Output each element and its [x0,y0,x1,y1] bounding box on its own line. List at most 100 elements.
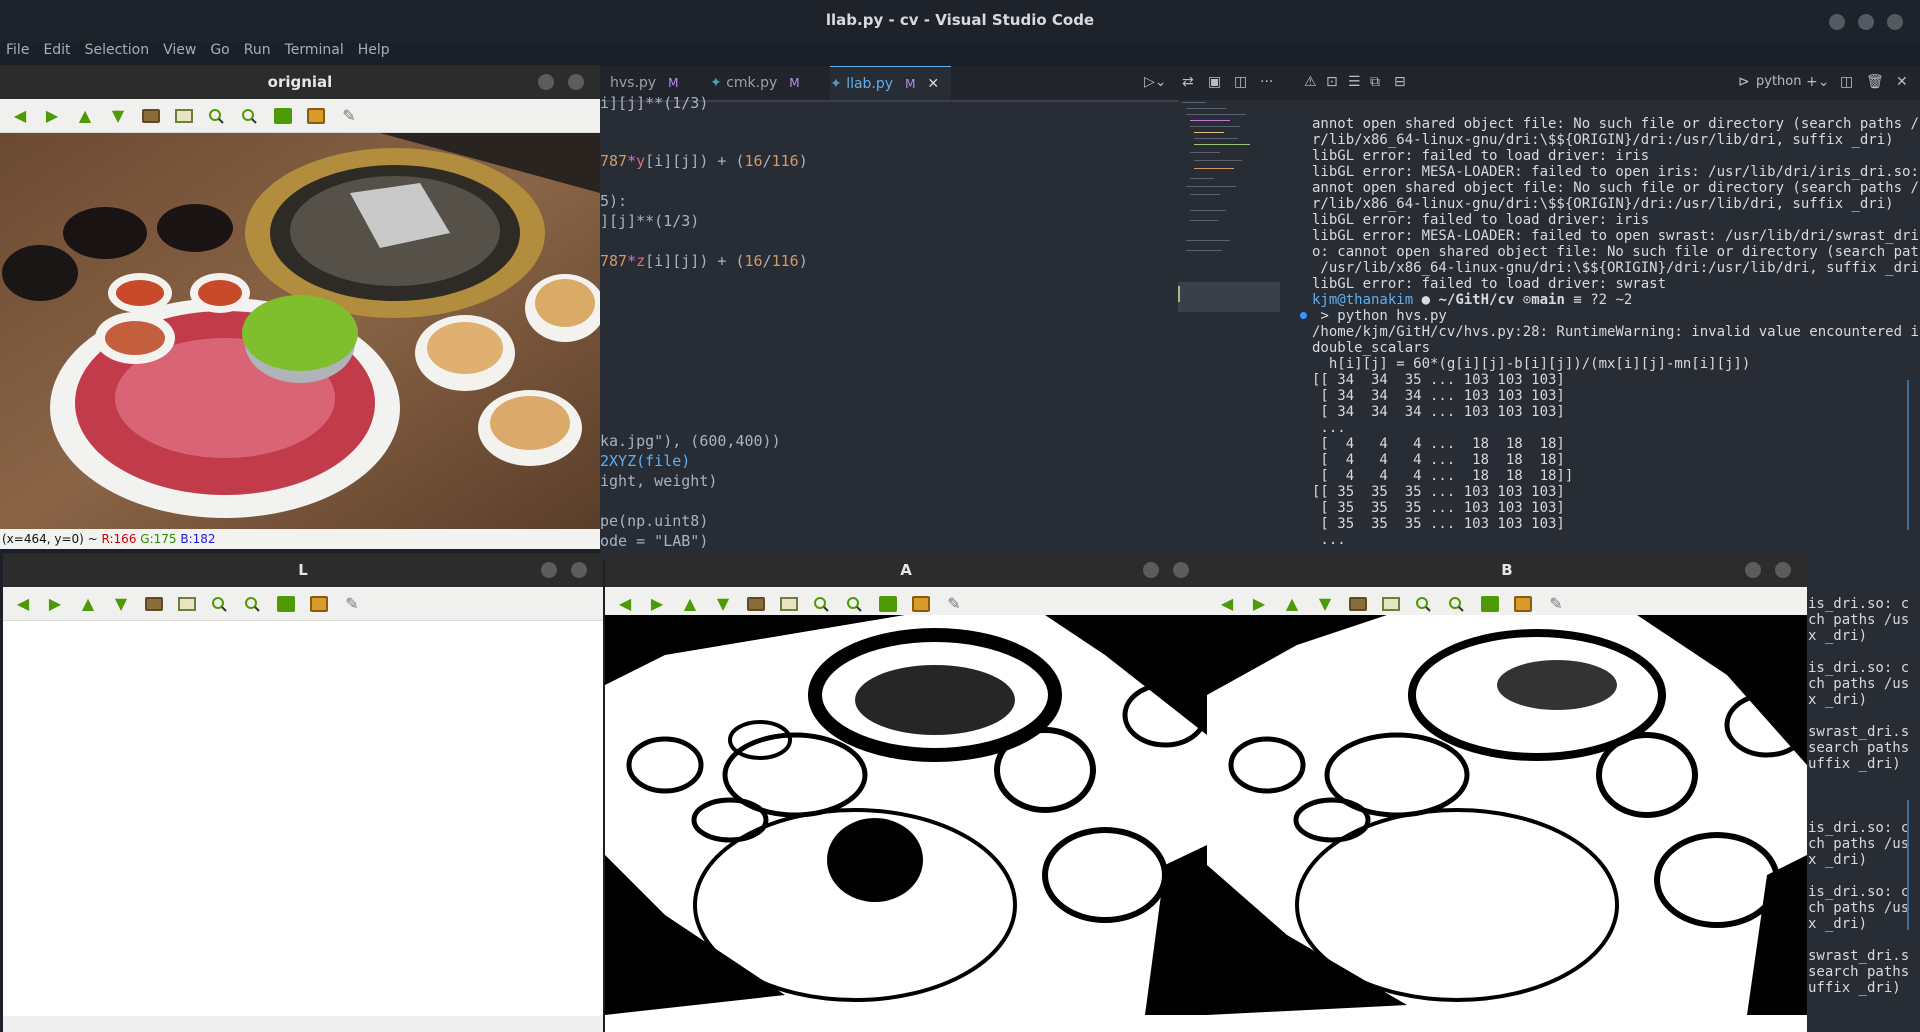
image-icon[interactable] [747,597,765,611]
arrow-up-icon[interactable]: ▲ [1283,596,1301,612]
close-button[interactable] [568,74,584,90]
l-channel-image[interactable] [3,621,603,1016]
clipboard-icon[interactable] [307,108,325,124]
split-terminal-icon[interactable]: ◫ [1840,74,1853,90]
save-icon[interactable] [274,108,292,124]
zoom-out-icon[interactable] [241,108,257,124]
terminal-fragment: x _dri) [1808,852,1868,868]
clipboard-icon[interactable] [912,596,930,612]
image-icon[interactable] [142,109,160,123]
zoom-in-icon[interactable] [211,596,227,612]
original-image[interactable] [0,133,600,529]
minimap[interactable] [1178,100,1280,560]
split-editor-icon[interactable]: ◫ [1234,74,1247,90]
arrow-left-icon[interactable]: ◀ [14,596,32,612]
window-bottom [3,1016,603,1032]
zoom-out-icon[interactable] [1448,596,1464,612]
window-original: orignial ◀ ▶ ▲ ▼ ✎ (x=464, y=0) ~ R:166 … [0,65,600,549]
close-button[interactable] [571,562,587,578]
arrow-left-icon[interactable]: ◀ [11,108,29,124]
arrow-down-icon[interactable]: ▼ [714,596,732,612]
code-editor[interactable]: i][j]**(1/3) 787*y[i][j]) + (16/116) 5):… [600,94,1178,560]
save-icon[interactable] [879,596,897,612]
close-button[interactable] [1173,562,1189,578]
menu-help[interactable]: Help [358,42,390,62]
brush-icon[interactable]: ✎ [945,596,963,612]
command-decoration-icon[interactable] [1300,312,1307,319]
menu-view[interactable]: View [163,42,196,62]
select-icon[interactable] [175,109,193,123]
arrow-right-icon[interactable]: ▶ [46,596,64,612]
minimap-slider[interactable] [1178,282,1280,312]
arrow-right-icon[interactable]: ▶ [648,596,666,612]
trash-icon[interactable]: 🗑 [1866,74,1884,90]
select-icon[interactable] [178,597,196,611]
git-compare-icon[interactable]: ⇄ [1182,74,1194,90]
close-icon[interactable]: ✕ [927,76,939,92]
terminal-name[interactable]: python [1756,74,1801,89]
select-icon[interactable] [1382,597,1400,611]
tab-llab[interactable]: ✦ llab.py M ✕ [830,66,952,100]
arrow-up-icon[interactable]: ▲ [681,596,699,612]
menu-file[interactable]: File [6,42,29,62]
preview-icon[interactable]: ▣ [1208,74,1221,90]
more-actions-icon[interactable]: ··· [1260,74,1273,90]
zoom-in-icon[interactable] [1415,596,1431,612]
debug-console-icon[interactable]: ⧉ [1370,74,1380,90]
select-icon[interactable] [780,597,798,611]
arrow-up-icon[interactable]: ▲ [79,596,97,612]
arrow-left-icon[interactable]: ◀ [1218,596,1236,612]
a-channel-image[interactable] [605,615,1207,1015]
save-icon[interactable] [1481,596,1499,612]
terminal-icon[interactable]: ⊡ [1326,74,1338,90]
arrow-right-icon[interactable]: ▶ [1250,596,1268,612]
clipboard-icon[interactable] [1514,596,1532,612]
image-icon[interactable] [1349,597,1367,611]
code-line: 2XYZ(file) [600,452,691,470]
brush-icon[interactable]: ✎ [340,108,358,124]
menu-edit[interactable]: Edit [43,42,70,62]
run-icon[interactable]: ▷⌄ [1144,74,1167,90]
brush-icon[interactable]: ✎ [343,596,361,612]
code-line: ][j]**(1/3) [600,212,700,230]
output-icon[interactable]: ☰ [1348,74,1361,90]
menu-terminal[interactable]: Terminal [285,42,344,62]
minimize-button[interactable] [1829,14,1845,30]
b-channel-image[interactable] [1207,615,1807,1015]
zoom-in-icon[interactable] [208,108,224,124]
close-button[interactable] [1775,562,1791,578]
terminal-scrollbar[interactable] [1907,100,1913,1032]
minimize-button[interactable] [538,74,554,90]
save-icon[interactable] [277,596,295,612]
new-terminal-icon[interactable]: +⌄ [1806,74,1829,90]
menu-run[interactable]: Run [244,42,271,62]
terminal-shell-icon[interactable]: ⊳ [1738,74,1750,90]
arrow-left-icon[interactable]: ◀ [616,596,634,612]
brush-icon[interactable]: ✎ [1547,596,1565,612]
image-icon[interactable] [145,597,163,611]
maximize-button[interactable] [1858,14,1874,30]
terminal-line: libGL error: failed to load driver: swra… [1312,276,1667,292]
code-line: ka.jpg"), (600,400)) [600,432,781,450]
arrow-right-icon[interactable]: ▶ [43,108,61,124]
zoom-out-icon[interactable] [846,596,862,612]
menu-go[interactable]: Go [210,42,229,62]
arrow-down-icon[interactable]: ▼ [1316,596,1334,612]
arrow-down-icon[interactable]: ▼ [112,596,130,612]
minimize-button[interactable] [541,562,557,578]
tab-cmk[interactable]: ✦ cmk.py M [710,66,800,100]
ports-icon[interactable]: ⊟ [1394,74,1406,90]
close-panel-icon[interactable]: ✕ [1896,74,1908,90]
menu-selection[interactable]: Selection [85,42,150,62]
close-button[interactable] [1887,14,1903,30]
green-value: G:175 [140,532,177,546]
arrow-down-icon[interactable]: ▼ [109,108,127,124]
zoom-out-icon[interactable] [244,596,260,612]
problems-icon[interactable]: ⚠ [1304,74,1317,90]
arrow-up-icon[interactable]: ▲ [76,108,94,124]
minimize-button[interactable] [1143,562,1159,578]
output-line: [ 35 35 35 ... 103 103 103] [1312,500,1565,516]
minimize-button[interactable] [1745,562,1761,578]
clipboard-icon[interactable] [310,596,328,612]
zoom-in-icon[interactable] [813,596,829,612]
